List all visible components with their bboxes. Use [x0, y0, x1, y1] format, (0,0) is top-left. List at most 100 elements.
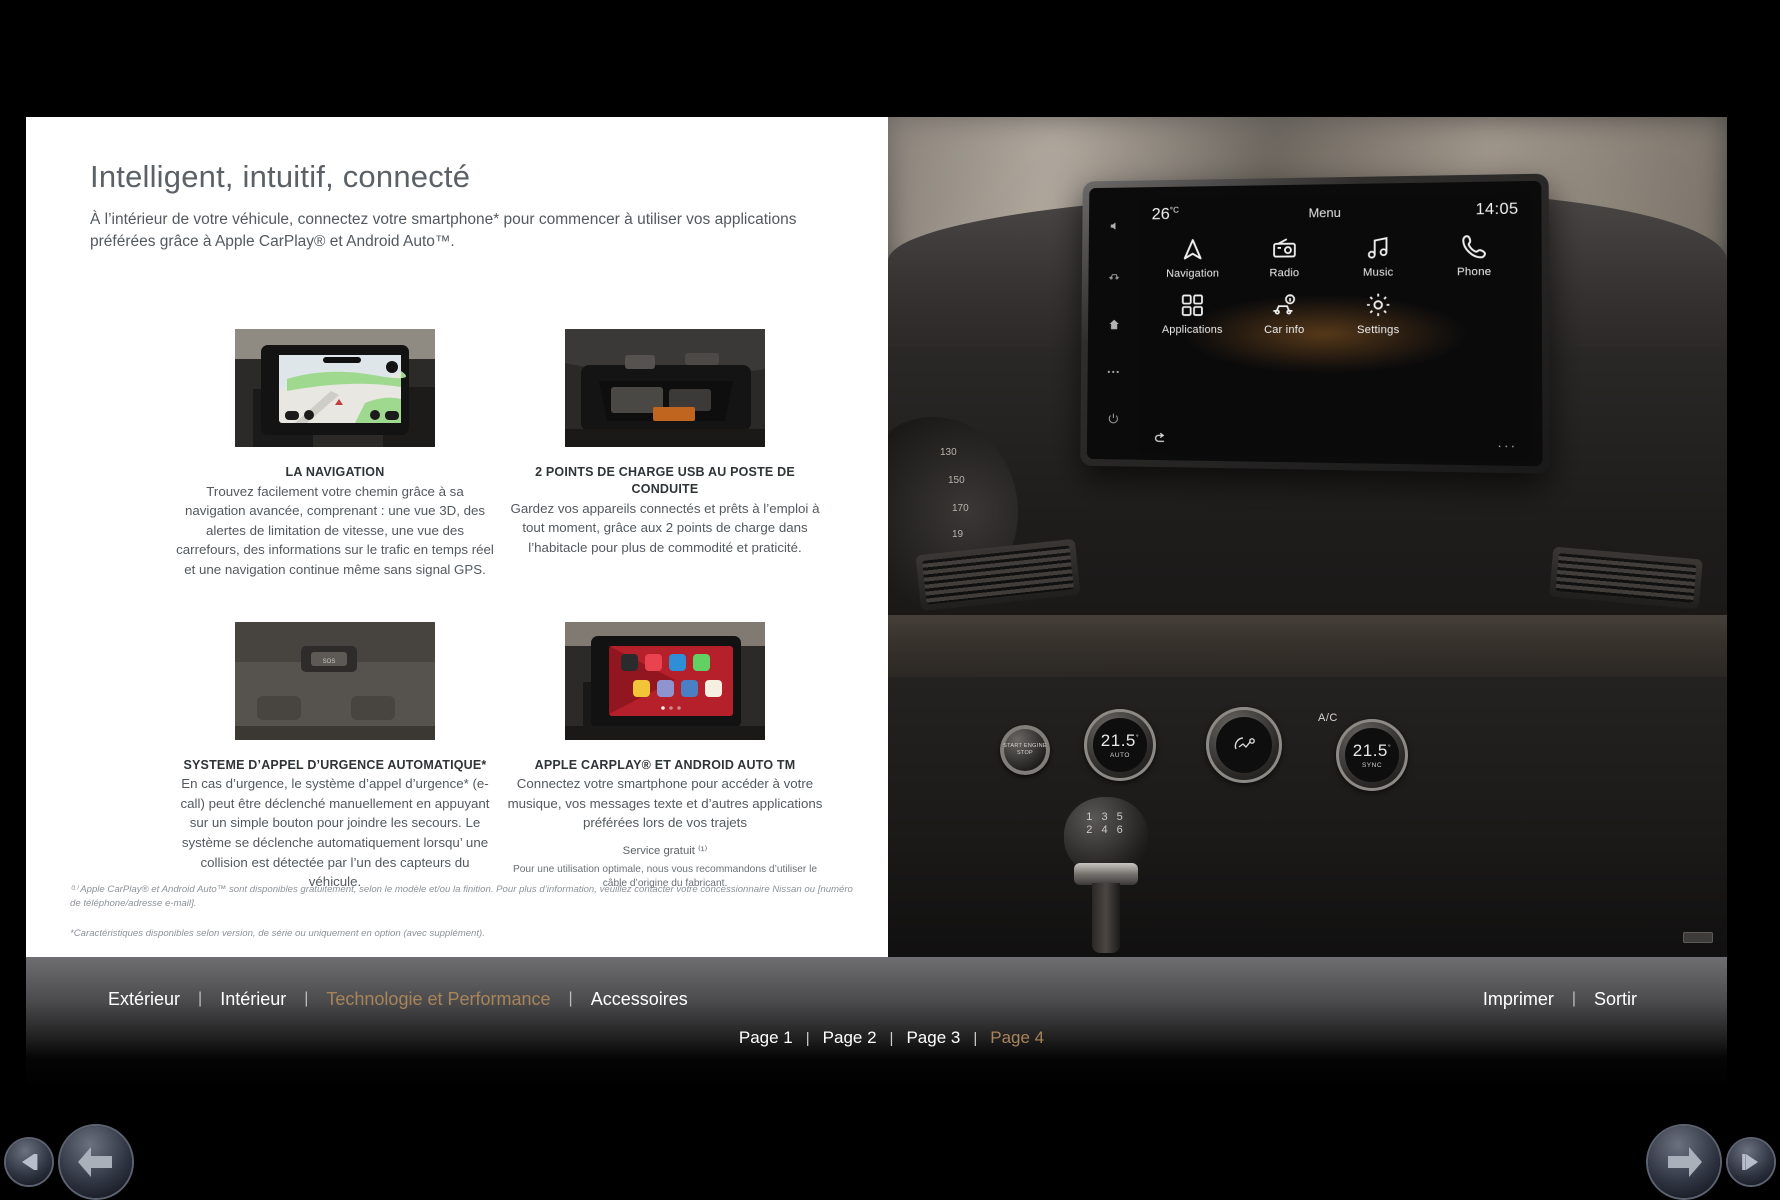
mute-speaker-icon[interactable] — [1108, 219, 1120, 232]
left-page: Intelligent, intuitif, connecté À l’inté… — [26, 117, 888, 957]
tile-car-info[interactable]: Car info — [1238, 291, 1331, 336]
navigation-main-row: Extérieur | Intérieur | Technologie et P… — [26, 979, 1727, 1019]
outside-temperature: 26°C — [1152, 204, 1179, 224]
usb-charge-thumbnail-graphic — [565, 329, 765, 447]
carplay-thumbnail-graphic — [565, 621, 765, 740]
navigation-actions: Imprimer | Sortir — [1465, 989, 1655, 1010]
ecall-thumbnail-graphic: SOS — [235, 621, 435, 740]
svg-text:SOS: SOS — [323, 659, 336, 665]
navigation-sections: Extérieur | Intérieur | Technologie et P… — [90, 989, 706, 1010]
temp-left-unit: ° — [1135, 734, 1140, 742]
page-link-4[interactable]: Page 4 — [977, 1028, 1057, 1048]
first-page-button[interactable] — [6, 1139, 52, 1185]
infotainment-screen[interactable]: 26°C Menu 14:05 Navigation Radio Music P… — [1138, 193, 1532, 460]
infotainment-menu-title: Menu — [1308, 204, 1341, 220]
back-arrow-icon[interactable] — [1152, 431, 1169, 450]
brochure-spread: Intelligent, intuitif, connecté À l’inté… — [26, 117, 1727, 1090]
feature-carplay-body: Connectez votre smartphone pour accéder … — [507, 776, 823, 831]
exit-button[interactable]: Sortir — [1576, 989, 1655, 1010]
right-page-photo: 130 150 170 19 210 23 — [888, 117, 1727, 957]
page-subtitle-line-2: préférées grâce à Apple CarPlay® et Andr… — [90, 233, 455, 250]
outside-temperature-unit: °C — [1169, 204, 1180, 215]
navigation-arrow-icon — [1179, 235, 1206, 263]
gear-settings-icon — [1364, 291, 1392, 319]
more-dots-icon[interactable]: ··· — [1497, 438, 1517, 454]
page-subtitle-line-1: À l’intérieur de votre véhicule, connect… — [90, 211, 797, 228]
airflow-icon — [1234, 737, 1255, 750]
tile-settings-label: Settings — [1356, 324, 1400, 337]
tile-music-label: Music — [1362, 266, 1394, 279]
fan-mode-knob[interactable] — [1206, 707, 1282, 783]
feature-ecall-title: SYSTEME D’APPEL D’URGENCE AUTOMATIQUE* — [183, 757, 487, 772]
next-page-arrow-icon — [1668, 1147, 1702, 1177]
feature-navigation: LA NAVIGATION Trouvez facilement votre c… — [170, 329, 500, 580]
next-page-button[interactable] — [1648, 1126, 1720, 1198]
nav-section-interieur[interactable]: Intérieur — [202, 989, 304, 1010]
infotainment-head-unit[interactable]: 26°C Menu 14:05 Navigation Radio Music P… — [1080, 173, 1550, 474]
gear-pattern-label: 1 3 52 4 6 — [1086, 811, 1126, 836]
power-icon[interactable] — [1107, 412, 1119, 425]
page-link-2[interactable]: Page 2 — [810, 1028, 890, 1048]
temperature-knob-right-mode: SYNC — [1361, 761, 1383, 769]
feature-carplay-image — [565, 621, 765, 740]
nav-section-accessoires[interactable]: Accessoires — [573, 989, 706, 1010]
page-link-3[interactable]: Page 3 — [893, 1028, 973, 1048]
page-link-1[interactable]: Page 1 — [726, 1028, 806, 1048]
temperature-knob-left-value: 21.5° — [1101, 731, 1139, 751]
tile-applications[interactable]: Applications — [1147, 291, 1238, 336]
tile-empty-slot — [1426, 290, 1523, 336]
tile-navigation[interactable]: Navigation — [1147, 235, 1238, 280]
temp-left-value: 21.5 — [1100, 730, 1136, 750]
page-subtitle: À l’intérieur de votre véhicule, connect… — [90, 209, 820, 253]
tile-radio-label: Radio — [1269, 267, 1300, 280]
center-console — [888, 677, 1727, 957]
navigation-thumbnail-graphic — [235, 329, 435, 447]
start-engine-stop-button[interactable]: START ENGINE STOP — [1000, 725, 1050, 775]
radio-icon — [1271, 234, 1299, 262]
tile-phone[interactable]: Phone — [1426, 232, 1523, 278]
tile-applications-label: Applications — [1161, 323, 1223, 336]
page-title: Intelligent, intuitif, connecté — [90, 159, 471, 194]
infotainment-bottom-bar: ··· — [1138, 431, 1532, 456]
navigation-rows: Extérieur | Intérieur | Technologie et P… — [26, 957, 1727, 1090]
navigation-pages-row: Page 1 | Page 2 | Page 3 | Page 4 — [26, 1021, 1727, 1055]
apps-dots-icon[interactable] — [1107, 368, 1120, 376]
nav-section-technologie-et-performance[interactable]: Technologie et Performance — [308, 989, 568, 1010]
tile-settings[interactable]: Settings — [1331, 291, 1426, 337]
vent-louvres-left — [922, 545, 1074, 605]
previous-page-arrow-icon — [78, 1147, 112, 1177]
temp-right-unit: ° — [1387, 744, 1392, 752]
previous-page-button[interactable] — [60, 1126, 132, 1198]
apps-grid-icon — [1179, 291, 1206, 319]
gear-shift-stem — [1092, 883, 1120, 953]
infotainment-bezel: 26°C Menu 14:05 Navigation Radio Music P… — [1086, 180, 1543, 467]
tile-radio[interactable]: Radio — [1238, 234, 1331, 279]
nav-separator-4: | — [1571, 990, 1576, 1007]
feature-navigation-title: LA NAVIGATION — [285, 465, 385, 479]
infotainment-sidebar — [1086, 187, 1141, 460]
last-page-button[interactable] — [1728, 1139, 1774, 1185]
infotainment-clock: 14:05 — [1475, 200, 1519, 219]
feature-usb-charge-title: 2 POINTS DE CHARGE USB AU POSTE DE CONDU… — [535, 465, 795, 496]
temperature-knob-left[interactable]: 21.5° AUTO — [1084, 709, 1156, 781]
print-button[interactable]: Imprimer — [1465, 989, 1572, 1010]
cluster-tick-190: 19 — [952, 529, 964, 540]
drive-assist-icon[interactable] — [1107, 268, 1120, 282]
temperature-knob-right-value: 21.5° — [1353, 741, 1391, 761]
home-icon[interactable] — [1107, 319, 1119, 332]
temperature-knob-right[interactable]: 21.5° SYNC — [1336, 719, 1408, 791]
usb-port — [1683, 932, 1713, 943]
footnote-2: *Caractéristiques disponibles selon vers… — [70, 927, 485, 939]
tile-music[interactable]: Music — [1331, 233, 1426, 279]
last-page-arrow-icon — [1742, 1154, 1758, 1170]
cluster-tick-150: 150 — [948, 475, 965, 486]
footnotes: ⁽¹⁾ Apple CarPlay® et Android Auto™ sont… — [70, 883, 860, 941]
footnote-1: ⁽¹⁾ Apple CarPlay® et Android Auto™ sont… — [70, 883, 853, 910]
temperature-knob-left-display: 21.5° AUTO — [1093, 718, 1147, 772]
tile-phone-label: Phone — [1456, 265, 1492, 279]
nav-separator-2: | — [304, 990, 309, 1007]
nav-section-exterieur[interactable]: Extérieur — [90, 989, 198, 1010]
feature-grid: LA NAVIGATION Trouvez facilement votre c… — [170, 329, 854, 892]
feature-ecall-image: SOS — [235, 621, 435, 740]
infotainment-tile-grid: Navigation Radio Music Phone Application… — [1139, 220, 1531, 337]
